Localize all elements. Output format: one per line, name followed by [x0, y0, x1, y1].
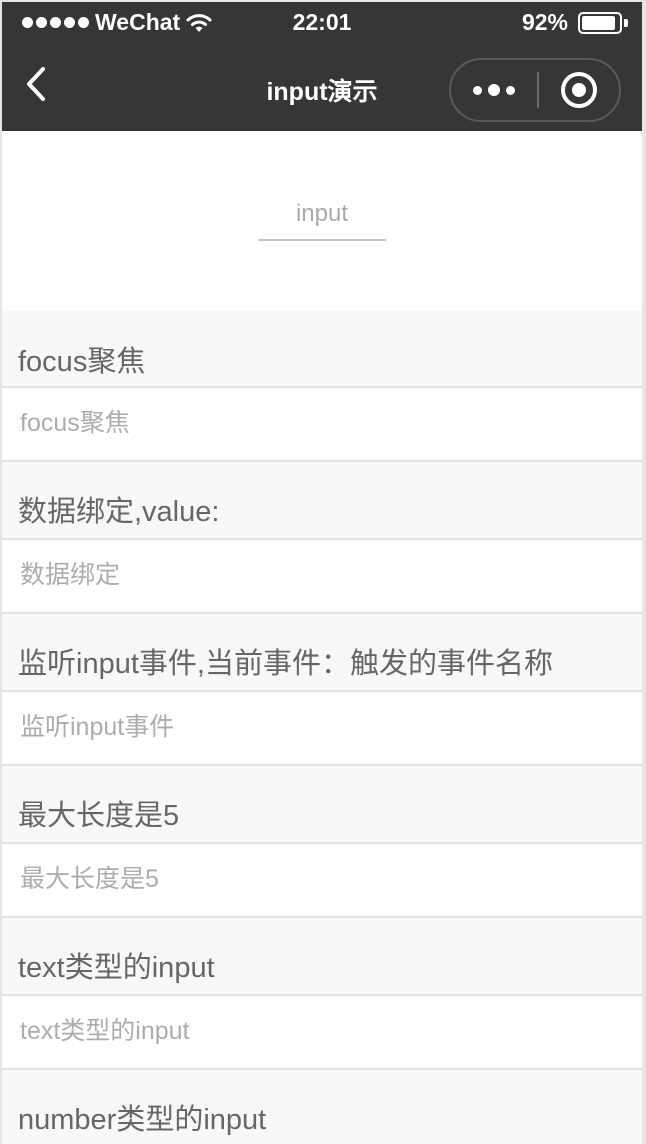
input-event-input[interactable] — [2, 692, 642, 762]
nav-bar: input演示 — [2, 42, 642, 131]
section-title: 最大长度是5 — [2, 766, 642, 844]
status-right: 92% — [522, 9, 628, 36]
more-dots-icon — [473, 84, 515, 96]
battery-percent: 92% — [521, 9, 568, 35]
hero-area — [2, 131, 642, 311]
section-title: 数据绑定,value: — [2, 462, 642, 540]
status-bar: WeChat 22:01 92% — [2, 2, 642, 42]
section-text-type: text类型的input — [2, 918, 642, 1070]
top-bar: WeChat 22:01 92% input演示 — [2, 2, 642, 131]
field-row — [2, 996, 642, 1070]
section-title: 监听input事件,当前事件：触发的事件名称 — [2, 614, 642, 692]
section-max-length: 最大长度是5 — [2, 766, 642, 918]
data-binding-input[interactable] — [2, 540, 642, 610]
hero-input[interactable] — [258, 189, 386, 241]
field-row — [2, 692, 642, 766]
more-button[interactable] — [451, 60, 537, 120]
section-data-binding: 数据绑定,value: — [2, 462, 642, 614]
battery-icon — [578, 11, 628, 34]
close-button[interactable] — [539, 60, 619, 120]
target-close-icon — [561, 72, 597, 108]
menu-capsule — [449, 58, 621, 122]
section-input-event: 监听input事件,当前事件：触发的事件名称 — [2, 614, 642, 766]
field-row — [2, 540, 642, 614]
section-number-type: number类型的input — [2, 1070, 642, 1144]
focus-input[interactable] — [2, 388, 642, 458]
section-title: text类型的input — [2, 918, 642, 996]
field-row — [2, 388, 642, 462]
section-title: focus聚焦 — [2, 311, 642, 388]
max-length-input[interactable] — [2, 844, 642, 914]
text-type-input[interactable] — [2, 996, 642, 1066]
field-row — [2, 844, 642, 918]
section-focus: focus聚焦 — [2, 311, 642, 462]
app-frame: WeChat 22:01 92% input演示 input focus聚焦 f… — [2, 2, 642, 1144]
section-title: number类型的input — [2, 1070, 642, 1144]
